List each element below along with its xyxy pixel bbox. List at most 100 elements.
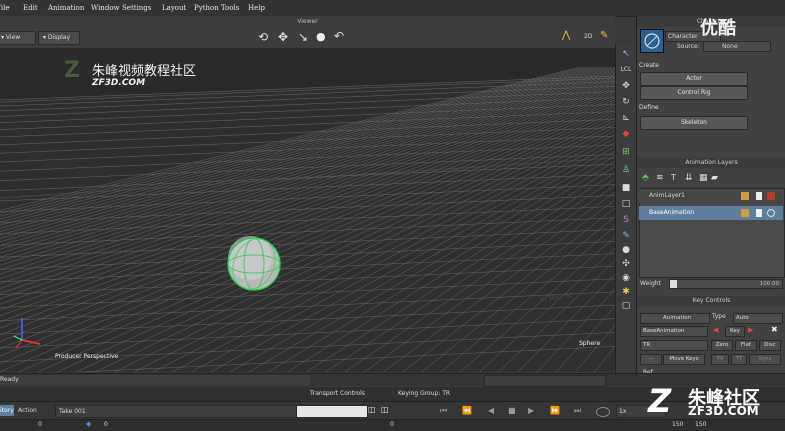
rotate-view-icon[interactable]: ⟲ xyxy=(258,30,268,44)
play-icon[interactable]: ▶ xyxy=(528,406,534,415)
key-button[interactable]: Key xyxy=(725,326,745,337)
joint-tool-icon[interactable]: ✣ xyxy=(620,258,632,270)
menu-python-tools[interactable]: Python Tools xyxy=(194,4,239,12)
tt-button[interactable]: TT xyxy=(731,354,747,365)
local-global-icon[interactable]: LCL xyxy=(620,64,632,76)
add-layer-icon[interactable]: ⬘ xyxy=(642,173,649,183)
define-skeleton-button[interactable]: Skeleton xyxy=(640,116,748,130)
zf3d-logo-icon: Z xyxy=(648,382,672,420)
zero-button[interactable]: Zero xyxy=(711,340,733,351)
take-dropdown[interactable]: Take 001 xyxy=(55,405,300,418)
layer-row[interactable]: AnimLayer1 xyxy=(639,189,783,203)
play-back-icon[interactable]: ◀ xyxy=(488,406,494,415)
weight-slider[interactable]: 100.00 xyxy=(669,279,783,289)
solo-icon[interactable] xyxy=(756,192,762,200)
character-thumbnail-icon[interactable] xyxy=(640,29,664,53)
text-layer-icon[interactable]: T xyxy=(671,173,676,182)
rotate-tool-icon[interactable]: ↻ xyxy=(620,96,632,108)
layers-icon[interactable]: ≋ xyxy=(656,173,664,183)
lock-icon[interactable] xyxy=(741,192,749,200)
create-actor-button[interactable]: Actor xyxy=(640,72,748,86)
light-tool-icon[interactable]: ✱ xyxy=(620,286,632,298)
curve-icon[interactable]: ⋀ xyxy=(562,30,570,41)
disc-button[interactable]: Disc xyxy=(759,340,781,351)
current-frame-a: 0 xyxy=(104,421,108,428)
timeline-marker-icon[interactable]: ◆ xyxy=(86,420,91,428)
solo-icon[interactable] xyxy=(756,209,762,217)
loop-icon[interactable]: ◫ xyxy=(381,405,389,414)
animation-mode-dropdown[interactable]: Animation xyxy=(640,313,710,324)
stop-icon[interactable]: ■ xyxy=(508,406,516,415)
move-keys-button[interactable]: Move Keys xyxy=(663,354,705,365)
cube-icon[interactable]: ■ xyxy=(620,182,632,194)
keyframe-tool-icon[interactable]: ◆ xyxy=(620,128,632,140)
record-icon[interactable] xyxy=(596,407,610,417)
menu-help[interactable]: Help xyxy=(248,4,265,12)
move-keys-options-button[interactable]: ⋯ xyxy=(640,354,662,365)
lock-icon[interactable] xyxy=(741,209,749,217)
youku-watermark: 优酷 xyxy=(700,18,736,39)
previous-key-icon[interactable]: ◀ xyxy=(713,326,718,334)
cube-outline-icon[interactable]: □ xyxy=(620,198,632,210)
sync-button[interactable]: Sync xyxy=(749,354,781,365)
next-key-transport-icon[interactable]: ⏩ xyxy=(550,406,560,415)
2d-mode-icon[interactable]: 2D xyxy=(584,33,592,40)
action-dropdown[interactable]: Action xyxy=(18,405,48,416)
transport-title: Transport Controls xyxy=(310,390,365,397)
prev-key-transport-icon[interactable]: ⏪ xyxy=(462,406,472,415)
flat-button[interactable]: Flat xyxy=(735,340,757,351)
menu-animation[interactable]: Animation xyxy=(48,4,84,12)
end-frame-field-2[interactable]: 150 xyxy=(695,421,706,428)
select-tool-icon[interactable]: ↖ xyxy=(620,48,632,60)
end-frame-field[interactable]: 150 xyxy=(672,421,683,428)
tv-button[interactable]: TV xyxy=(711,354,729,365)
merge-layer-icon[interactable]: ⇊ xyxy=(685,173,693,183)
layer-options-icon[interactable]: ▦ xyxy=(699,173,708,183)
mute-icon[interactable] xyxy=(767,192,775,200)
menu-settings[interactable]: Settings xyxy=(122,4,151,12)
type-dropdown[interactable]: Auto xyxy=(733,313,783,324)
translate-tool-icon[interactable]: ✥ xyxy=(620,80,632,92)
snap-tool-icon[interactable]: ⊞ xyxy=(620,146,632,158)
dolly-view-icon[interactable]: ↘ xyxy=(298,30,308,44)
figure-tool-icon[interactable]: ♙ xyxy=(620,164,632,176)
pin-tool-icon[interactable]: ✎ xyxy=(620,230,632,242)
menu-edit[interactable]: Edit xyxy=(23,4,38,12)
menu-file[interactable]: File xyxy=(0,4,9,12)
delete-key-icon[interactable]: ✖ xyxy=(771,325,778,334)
layer-folder-icon[interactable]: ▰ xyxy=(711,173,718,183)
watermark-logo: Z xyxy=(64,58,80,83)
next-key-icon[interactable]: ▶ xyxy=(748,326,753,334)
layer-row-selected[interactable]: BaseAnimation xyxy=(639,206,783,220)
frame-tool-icon[interactable]: ▢ xyxy=(620,300,632,312)
pan-view-icon[interactable]: ✥ xyxy=(278,30,288,44)
zoom-view-icon[interactable]: ● xyxy=(316,30,326,43)
previous-frame-button-icon[interactable]: ◫ xyxy=(368,405,376,414)
pen-icon[interactable]: ✎ xyxy=(600,30,608,41)
menu-layout[interactable]: Layout xyxy=(162,4,186,12)
go-start-icon[interactable]: ⏮ xyxy=(440,406,447,416)
eye-tool-icon[interactable]: ◉ xyxy=(620,272,632,284)
go-end-icon[interactable]: ⏭ xyxy=(574,406,581,416)
scale-tool-icon[interactable]: ⊾ xyxy=(620,112,632,124)
curve-tool-icon[interactable]: S xyxy=(620,214,632,226)
viewer-title: Viewer xyxy=(0,16,615,28)
timeline: 0 ◆ 0 0 150 150 xyxy=(0,419,785,431)
weight-slider-handle[interactable] xyxy=(670,280,677,288)
viewport[interactable]: Z 朱峰视频教程社区 ZF3D.COM X: 100 : 50 Producer… xyxy=(0,48,615,372)
sphere-tool-icon[interactable]: ● xyxy=(620,244,632,256)
undo-view-icon[interactable]: ↶ xyxy=(334,29,344,43)
define-section-label: Define xyxy=(639,104,659,111)
layer-dropdown[interactable]: BaseAnimation xyxy=(640,326,708,337)
start-frame-field[interactable]: 0 xyxy=(38,421,42,428)
disabled-icon[interactable] xyxy=(767,209,775,217)
story-tab[interactable]: Story xyxy=(0,405,14,416)
menu-window[interactable]: Window xyxy=(91,4,120,12)
create-control-rig-button[interactable]: Control Rig xyxy=(640,86,748,100)
display-menu-button[interactable]: ▾ Display xyxy=(38,31,80,45)
selected-object-label: Sphere xyxy=(579,340,601,347)
source-dropdown[interactable]: None xyxy=(703,41,771,52)
keying-group-dropdown[interactable]: TR xyxy=(640,340,708,351)
status-fields xyxy=(484,375,606,387)
view-menu-button[interactable]: ▾ View xyxy=(0,31,36,45)
